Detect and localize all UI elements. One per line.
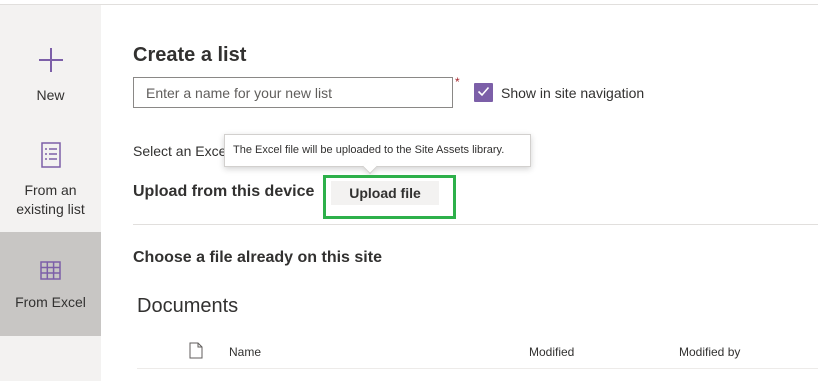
list-name-input[interactable] [133,77,453,108]
section-divider [133,224,818,225]
choose-file-heading: Choose a file already on this site [133,249,382,266]
sidebar-item-existing-list[interactable]: From an existing list [0,142,101,232]
sidebar-item-label: From Excel [15,294,86,310]
page-title: Create a list [133,44,247,66]
table-header-divider [137,368,818,369]
upload-tooltip: The Excel file will be uploaded to the S… [224,134,531,167]
main-panel: Create a list * Show in site navigation … [101,5,818,381]
plus-icon [38,47,64,78]
sidebar-item-from-excel[interactable]: From Excel [0,232,101,336]
checkmark-icon [477,84,490,102]
select-excel-text: Select an Excel [133,143,230,159]
show-in-nav-label: Show in site navigation [501,85,645,101]
table-icon [40,261,61,285]
list-icon [40,142,61,173]
column-header-name[interactable]: Name [229,345,261,359]
upload-from-device-heading: Upload from this device [133,183,315,200]
sidebar-item-label: New [36,87,65,103]
column-header-modified-by[interactable]: Modified by [679,345,740,359]
sidebar-item-label: From an existing list [16,182,85,217]
show-in-nav-checkbox[interactable] [474,83,493,102]
required-indicator: * [455,75,460,89]
highlight-box [323,175,456,219]
documents-library-title: Documents [137,295,239,317]
sidebar: New From an existing list From Excel [0,5,101,381]
sidebar-item-new[interactable]: New [0,47,101,117]
document-icon [189,342,203,364]
column-header-modified[interactable]: Modified [529,345,574,359]
